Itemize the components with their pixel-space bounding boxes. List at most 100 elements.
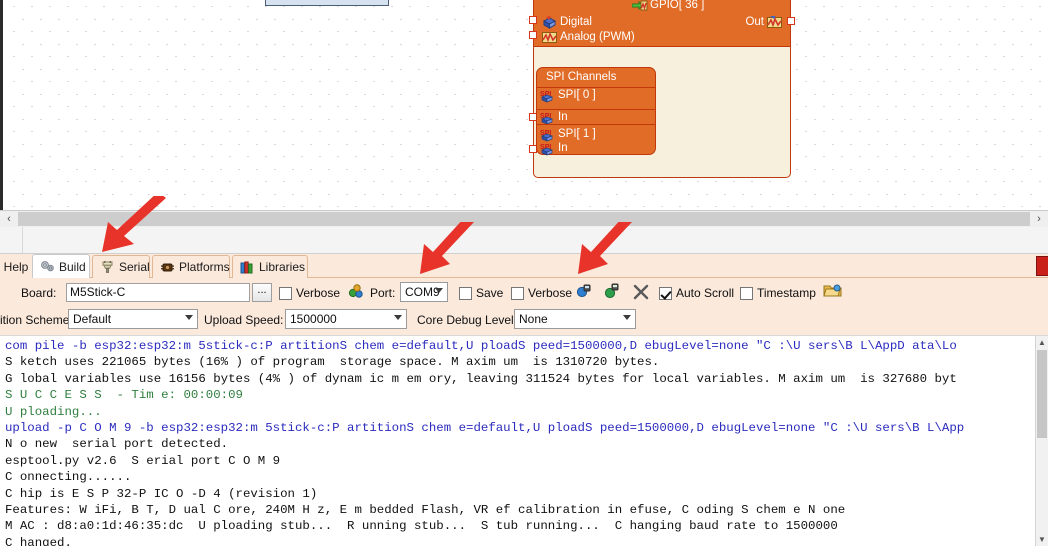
checkbox-box[interactable] [279, 286, 292, 300]
clear-x-icon[interactable] [632, 284, 650, 300]
spi-icon: SPI [540, 111, 555, 125]
partition-scheme-select[interactable]: Default [68, 309, 198, 329]
board-input[interactable]: M5Stick-C [66, 283, 250, 302]
scroll-thumb[interactable] [1037, 350, 1047, 438]
analog-pwm-icon [767, 15, 782, 29]
analog-pwm-icon [542, 31, 557, 44]
console-line: S ketch uses 221065 bytes (16% ) of prog… [5, 355, 660, 370]
node-port-left-2[interactable] [529, 16, 537, 24]
node-port-right-out[interactable] [787, 17, 795, 25]
auto-scroll-checkbox[interactable]: Auto Scroll [659, 286, 734, 300]
diagram-node-top-partial[interactable] [265, 0, 389, 6]
port-refresh-icon[interactable] [348, 284, 366, 300]
spi-channels-box[interactable]: SPI Channels SPI SPI[ 0 ] SPI In SPI SPI… [536, 67, 656, 156]
serial-upload-icon[interactable] [603, 283, 621, 299]
console-line: N o new serial port detected. [5, 437, 229, 452]
console-line: Features: W iFi, B T, D ual C ore, 240M … [5, 502, 846, 517]
checkbox-box[interactable] [511, 286, 524, 300]
console-line: com pile -b esp32:esp32:m 5stick-c:P art… [5, 339, 957, 353]
tab-libraries[interactable]: Libraries [232, 255, 308, 278]
serial-open-icon[interactable] [575, 283, 593, 299]
spi-divider-3 [537, 124, 655, 125]
checkbox-label: Auto Scroll [676, 286, 735, 300]
core-debug-level-value: None [519, 312, 548, 326]
node-row-analog-pwm[interactable]: Analog (PWM) [542, 31, 635, 44]
timestamp-checkbox[interactable]: Timestamp [740, 286, 816, 300]
scroll-left-arrow-icon[interactable]: ‹ [0, 211, 18, 227]
console-vertical-scrollbar[interactable]: ▲ ▼ [1035, 336, 1048, 546]
node-row-gpio[interactable]: GPIO[ 36 ] [631, 0, 705, 12]
spi-divider-1 [537, 87, 655, 88]
books-icon [240, 261, 255, 274]
spi-row-label: In [558, 142, 568, 154]
checkbox-label: Timestamp [757, 286, 816, 300]
checkbox-box[interactable] [740, 286, 753, 300]
partition-scheme-value: Default [73, 312, 112, 326]
checkbox-box[interactable] [459, 286, 472, 300]
scroll-up-arrow-icon[interactable]: ▲ [1036, 336, 1048, 349]
console-line: S U C C E S S - Tim e: 00:00:09 [5, 388, 243, 403]
core-debug-level-select[interactable]: None [514, 309, 636, 329]
upload-speed-select[interactable]: 1500000 [285, 309, 407, 329]
console-text: com pile -b esp32:esp32:m 5stick-c:P art… [5, 338, 1048, 546]
open-folder-icon[interactable] [823, 283, 842, 299]
node-row-label: Analog (PWM) [560, 31, 635, 43]
node-row-label: GPIO[ 36 ] [650, 0, 705, 11]
scroll-track[interactable] [18, 212, 1030, 226]
core-debug-level-label: Core Debug Level: [417, 313, 518, 327]
save-checkbox[interactable]: Save [459, 286, 503, 300]
port-select[interactable]: COM9 [400, 282, 448, 302]
tab-platforms[interactable]: Platforms [152, 255, 230, 278]
upload-speed-label: Upload Speed: [204, 313, 284, 327]
build-console-output[interactable]: com pile -b esp32:esp32:m 5stick-c:P art… [0, 336, 1048, 546]
console-line: upload -p C O M 9 -b esp32:esp32:m 5stic… [5, 420, 965, 435]
diagram-canvas[interactable]: Analog (PWM) GPIO[ 36 ] [0, 0, 1048, 212]
scroll-right-arrow-icon[interactable]: › [1030, 211, 1048, 227]
tab-build[interactable]: Build [32, 254, 90, 279]
application-window: Analog (PWM) GPIO[ 36 ] [0, 0, 1048, 546]
node-row-digital[interactable]: Digital [542, 16, 592, 29]
spi-icon: SPI [540, 128, 555, 142]
partition-scheme-label: ition Scheme: [0, 313, 73, 327]
board-browse-button[interactable]: ... [252, 283, 272, 302]
console-line: C hanged. [5, 535, 72, 546]
checkbox-label: Verbose [528, 286, 573, 300]
spi-row-spi1-in[interactable]: SPI In [540, 142, 568, 156]
gears-icon [40, 260, 55, 273]
verbose-build-checkbox[interactable]: Verbose [279, 286, 340, 300]
node-port-left-3[interactable] [529, 31, 537, 39]
tab-label: Build [59, 259, 86, 274]
bottom-panel-tabbar[interactable]: Help Build Serial Platforms Libraries [0, 254, 1048, 279]
spi-channels-title: SPI Channels [546, 71, 617, 83]
panel-divider-strip [0, 227, 1048, 254]
canvas-horizontal-scrollbar[interactable]: ‹ › [0, 210, 1048, 227]
spi-icon: SPI [540, 142, 555, 156]
console-line: M AC : d8:a0:1d:46:35:dc U ploading stub… [5, 519, 838, 534]
checkbox-label: Verbose [296, 286, 341, 300]
console-line: C onnecting...... [5, 470, 132, 485]
port-label: Port: [370, 286, 396, 300]
diagram-node-board[interactable]: Analog (PWM) GPIO[ 36 ] [529, 0, 795, 178]
gpio-icon [631, 0, 648, 12]
spi-row-label: In [558, 111, 568, 123]
close-panel-button-partial[interactable] [1036, 256, 1048, 276]
chip-icon [160, 261, 175, 274]
spi-channels-title-row: SPI Channels [546, 71, 616, 84]
scroll-down-arrow-icon[interactable]: ▼ [1036, 533, 1048, 546]
spi-row-spi0[interactable]: SPI SPI[ 0 ] [540, 89, 596, 103]
tab-label: Platforms [179, 260, 230, 274]
spi-divider-2 [537, 109, 655, 110]
node-row-out[interactable]: Out [745, 15, 782, 29]
console-line: esptool.py v2.6 S erial port C O M 9 [5, 453, 281, 468]
dot-grid-background [6, 0, 1048, 212]
spi-row-label: SPI[ 1 ] [558, 128, 596, 140]
spi-row-spi0-in[interactable]: SPI In [540, 111, 568, 125]
verbose-serial-checkbox[interactable]: Verbose [511, 286, 572, 300]
node-out-label: Out [745, 16, 764, 28]
tab-label: Libraries [259, 260, 306, 274]
tab-serial[interactable]: Serial [92, 255, 150, 278]
chevron-down-icon [394, 315, 402, 320]
checkbox-box[interactable] [659, 286, 672, 300]
tab-help[interactable]: Help [0, 255, 32, 278]
spi-row-spi1[interactable]: SPI SPI[ 1 ] [540, 128, 596, 142]
